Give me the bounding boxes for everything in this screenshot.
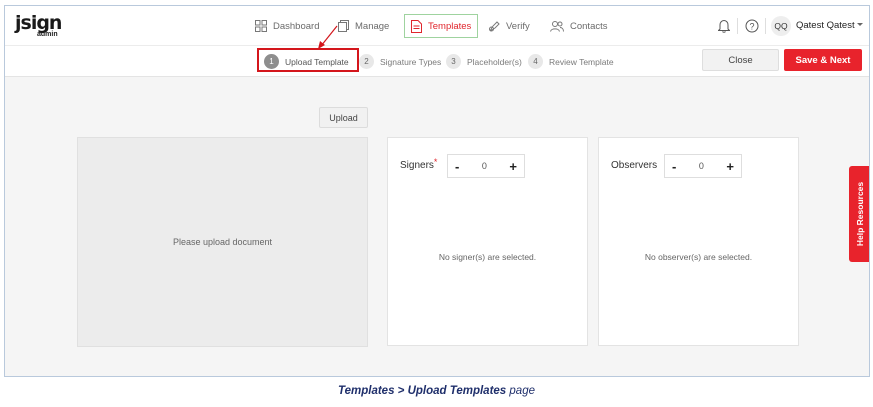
- bell-icon[interactable]: [718, 19, 730, 33]
- step-review-template[interactable]: 4 Review Template: [528, 52, 614, 71]
- observers-empty-message: No observer(s) are selected.: [644, 252, 753, 262]
- annotation-highlight-box: [257, 48, 359, 72]
- signers-card: Signers* - 0 + No signer(s) are selected…: [387, 137, 588, 346]
- logo-sub: admin: [37, 31, 58, 38]
- nav-manage[interactable]: Manage: [332, 14, 395, 38]
- nav-label: Contacts: [570, 20, 608, 32]
- document-placeholder-text: Please upload document: [172, 237, 273, 247]
- step-number: 2: [359, 54, 374, 69]
- signers-title: Signers*: [400, 157, 438, 171]
- signers-stepper: - 0 +: [447, 154, 525, 178]
- document-preview-area[interactable]: Please upload document: [77, 137, 368, 347]
- signers-count[interactable]: 0: [482, 161, 487, 171]
- observers-card: Observers - 0 + No observer(s) are selec…: [598, 137, 799, 346]
- verify-icon: [489, 21, 500, 32]
- step-label: Placeholder(s): [467, 56, 522, 67]
- dashboard-icon: [255, 20, 267, 32]
- nav-label: Verify: [506, 20, 530, 32]
- help-resources-tab[interactable]: Help Resources: [849, 166, 869, 262]
- nav-label: Templates: [428, 20, 472, 32]
- contacts-icon: [550, 21, 564, 32]
- help-resources-label: Help Resources: [855, 181, 865, 247]
- step-label: Signature Types: [380, 56, 442, 67]
- caption-suffix: page: [506, 385, 535, 397]
- manage-icon: [338, 20, 349, 32]
- observers-title: Observers: [611, 160, 658, 171]
- close-button[interactable]: Close: [702, 49, 779, 71]
- avatar[interactable]: QQ: [771, 16, 791, 36]
- save-next-button[interactable]: Save & Next: [784, 49, 862, 71]
- observers-increment-button[interactable]: +: [726, 159, 734, 174]
- signers-increment-button[interactable]: +: [509, 159, 517, 174]
- nav-label: Dashboard: [273, 20, 320, 32]
- required-mark: *: [433, 157, 438, 167]
- annotation-arrow-icon: [318, 25, 338, 49]
- signers-label: Signers: [400, 160, 434, 171]
- step-number: 3: [446, 54, 461, 69]
- figure-caption: Templates > Upload Templates page: [0, 385, 873, 397]
- chevron-down-icon[interactable]: [857, 23, 863, 26]
- caption-emphasis: Templates > Upload Templates: [338, 385, 507, 397]
- observers-decrement-button[interactable]: -: [672, 159, 676, 174]
- step-signature-types[interactable]: 2 Signature Types: [359, 52, 441, 71]
- nav-verify[interactable]: Verify: [482, 14, 536, 38]
- observers-count[interactable]: 0: [699, 161, 704, 171]
- user-name[interactable]: Qatest Qatest: [796, 20, 855, 31]
- observers-stepper: - 0 +: [664, 154, 742, 178]
- templates-icon: [411, 19, 422, 33]
- signers-empty-message: No signer(s) are selected.: [438, 252, 537, 262]
- top-navbar: jsign admin Dashboard Manage Templates V…: [5, 6, 869, 46]
- logo-text: jsign: [15, 12, 62, 34]
- jsign-logo[interactable]: jsign admin: [15, 14, 65, 40]
- nav-label: Manage: [355, 20, 390, 32]
- nav-templates[interactable]: Templates: [404, 14, 479, 38]
- app-window: jsign admin Dashboard Manage Templates V…: [4, 5, 870, 377]
- step-label: Review Template: [549, 56, 614, 67]
- svg-text:?: ?: [749, 22, 754, 32]
- divider: [737, 18, 738, 34]
- help-icon[interactable]: ?: [745, 19, 759, 33]
- nav-contacts[interactable]: Contacts: [544, 14, 614, 38]
- step-number: 4: [528, 54, 543, 69]
- signers-decrement-button[interactable]: -: [455, 159, 459, 174]
- step-placeholders[interactable]: 3 Placeholder(s): [446, 52, 522, 71]
- upload-button[interactable]: Upload: [319, 107, 368, 128]
- nav-dashboard[interactable]: Dashboard: [249, 14, 325, 38]
- divider: [765, 18, 766, 34]
